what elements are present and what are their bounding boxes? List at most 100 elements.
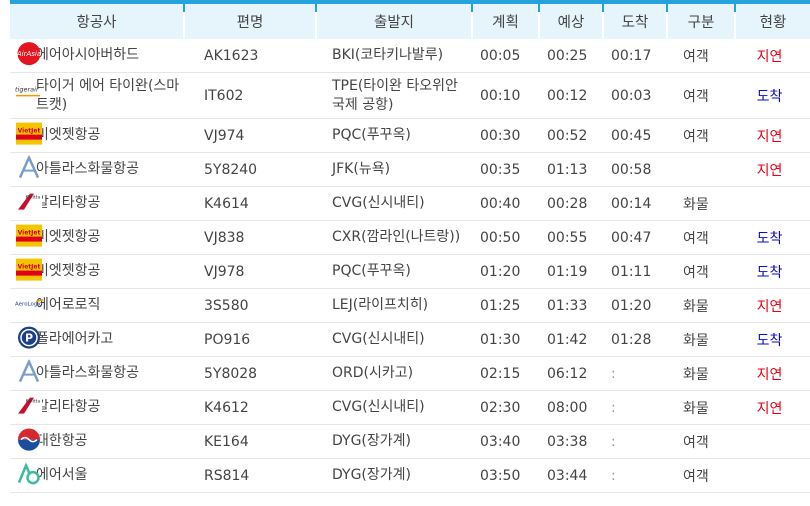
origin-airport: DYG(장가계) [316, 458, 472, 493]
planned-time: 03:50 [472, 458, 539, 493]
airline-name: 칼리타항공 [36, 195, 101, 211]
flight-type: 여객 [667, 254, 735, 289]
table-row: 대한항공 KE164 DYG(장가계) 03:40 03:38: 여객 [10, 424, 810, 459]
origin-airport: DYG(장가계) [316, 424, 472, 459]
planned-time: 00:30 [472, 118, 539, 153]
status-text: 도착 [735, 254, 810, 289]
airline-cell: 아틀라스화물항공 [10, 152, 184, 187]
airline-name: 타이거 에어 타이완(스마트캣) [36, 77, 180, 113]
status-text: 도착 [735, 322, 810, 357]
expected-time: 00:25 [539, 39, 603, 73]
origin-airport: CVG(신시내티) [316, 322, 472, 357]
status-text: 도착 [735, 72, 810, 119]
origin-airport: JFK(뉴욕) [316, 152, 472, 187]
planned-time: 02:15 [472, 356, 539, 391]
col-header-planned: 계획 [471, 0, 539, 39]
airline-cell: AeroLogic 에어로로직 [10, 288, 184, 323]
expected-time: 00:55 [539, 220, 603, 255]
airline-cell: Kalitta 칼리타항공 [10, 390, 184, 425]
expected-time: 00:52 [539, 118, 603, 153]
kalitta-logo: Kalitta [14, 393, 44, 417]
airline-cell: P 폴라에어카고 [10, 322, 184, 357]
table-row: Kalitta 칼리타항공 K4612 CVG(신시내티) 02:30 08:00: 화물 지… [10, 390, 810, 425]
arrival-time: 00:03 [603, 72, 667, 119]
col-header-expected: 예상 [538, 0, 603, 39]
expected-time: 00:28 [539, 186, 603, 221]
airasia-logo: AirAsia [14, 41, 44, 65]
airline-cell: VietJet 비엣젯항공 [10, 118, 184, 153]
planned-time: 01:20 [472, 254, 539, 289]
table-row: P 폴라에어카고 PO916 CVG(신시내티) 01:30 01:42 01:28 화물 도착 [10, 322, 810, 357]
expected-time: 01:13 [539, 152, 603, 187]
arrival-time: 00:58 [603, 152, 667, 187]
origin-airport: PQC(푸꾸옥) [316, 118, 472, 153]
flight-type [667, 152, 735, 187]
arrival-time: : [603, 458, 667, 493]
airline-name: 비엣젯항공 [36, 229, 101, 245]
airline-name: 비엣젯항공 [36, 127, 101, 143]
planned-time: 00:35 [472, 152, 539, 187]
svg-text:AirAsia: AirAsia [16, 50, 41, 58]
airline-name: 에어로로직 [36, 297, 101, 313]
airline-name: 폴라에어카고 [36, 331, 114, 347]
table-row: 아틀라스화물항공 5Y8028 ORD(시카고) 02:15 06:12: 화물 지연 [10, 356, 810, 391]
planned-time: 00:40 [472, 186, 539, 221]
planned-time: 03:40 [472, 424, 539, 459]
airline-cell: Kalitta 칼리타항공 [10, 186, 184, 221]
svg-text:tigerair: tigerair [15, 85, 40, 93]
flight-type: 화물 [667, 288, 735, 323]
koreanair-logo [14, 427, 44, 451]
origin-airport: CVG(신시내티) [316, 186, 472, 221]
table-row: VietJet 비엣젯항공 VJ974 PQC(푸꾸옥) 00:30 00:52 00:45… [10, 118, 810, 153]
flight-type: 여객 [667, 424, 735, 459]
arrival-time: : [603, 356, 667, 391]
flight-number: 5Y8240 [184, 152, 316, 187]
flight-number: VJ978 [184, 254, 316, 289]
tigerair-logo: tigerair [14, 81, 44, 105]
airline-name: 아틀라스화물항공 [36, 161, 140, 177]
flight-number: VJ838 [184, 220, 316, 255]
origin-airport: CXR(깜라인(나트랑)) [316, 220, 472, 255]
airline-cell: VietJet 비엣젯항공 [10, 220, 184, 255]
flight-number: 5Y8028 [184, 356, 316, 391]
col-header-airline: 항공사 [10, 0, 184, 39]
status-text: 지연 [735, 356, 810, 391]
flight-number: AK1623 [184, 39, 316, 73]
planned-time: 00:05 [472, 39, 539, 73]
status-text: 지연 [735, 288, 810, 323]
airline-name: 대한항공 [36, 433, 88, 449]
airline-name: 아틀라스화물항공 [36, 365, 140, 381]
flight-table: 항공사 편명 출발지 계획 예상 도착 구분 현황 AirAsia 에어아시아버하… [10, 0, 810, 493]
flight-type: 여객 [667, 72, 735, 119]
planned-time: 01:30 [472, 322, 539, 357]
flight-type: 여객 [667, 118, 735, 153]
origin-airport: LEJ(라이프치히) [316, 288, 472, 323]
flight-type: 화물 [667, 356, 735, 391]
expected-time: 03:38 [539, 424, 603, 459]
origin-airport: ORD(시카고) [316, 356, 472, 391]
flight-type: 화물 [667, 186, 735, 221]
svg-text:Kalitta: Kalitta [26, 194, 41, 200]
table-row: VietJet 비엣젯항공 VJ838 CXR(깜라인(나트랑)) 00:50 00:55… [10, 220, 810, 255]
flight-type: 화물 [667, 390, 735, 425]
expected-time: 06:12 [539, 356, 603, 391]
svg-text:VietJet: VietJet [18, 127, 41, 134]
arrival-time: 01:20 [603, 288, 667, 323]
arrival-time: : [603, 424, 667, 459]
kalitta-logo: Kalitta [14, 189, 44, 213]
arrival-time: : [603, 390, 667, 425]
airline-cell: tigerair 타이거 에어 타이완(스마트캣) [10, 72, 184, 119]
status-text: 지연 [735, 152, 810, 187]
flight-number: KE164 [184, 424, 316, 459]
arrival-time: 00:47 [603, 220, 667, 255]
table-row: 에어서울 RS814 DYG(장가계) 03:50 03:44: 여객 [10, 458, 810, 493]
origin-airport: PQC(푸꾸옥) [316, 254, 472, 289]
status-text [735, 424, 810, 459]
planned-time: 00:10 [472, 72, 539, 119]
flight-type: 여객 [667, 458, 735, 493]
col-header-arrival: 도착 [602, 0, 667, 39]
airline-cell: AirAsia 에어아시아버하드 [10, 39, 184, 73]
col-header-origin: 출발지 [315, 0, 472, 39]
table-row: 아틀라스화물항공 5Y8240 JFK(뉴욕) 00:35 01:13 00:58 지연 [10, 152, 810, 187]
arrival-time: 01:11 [603, 254, 667, 289]
